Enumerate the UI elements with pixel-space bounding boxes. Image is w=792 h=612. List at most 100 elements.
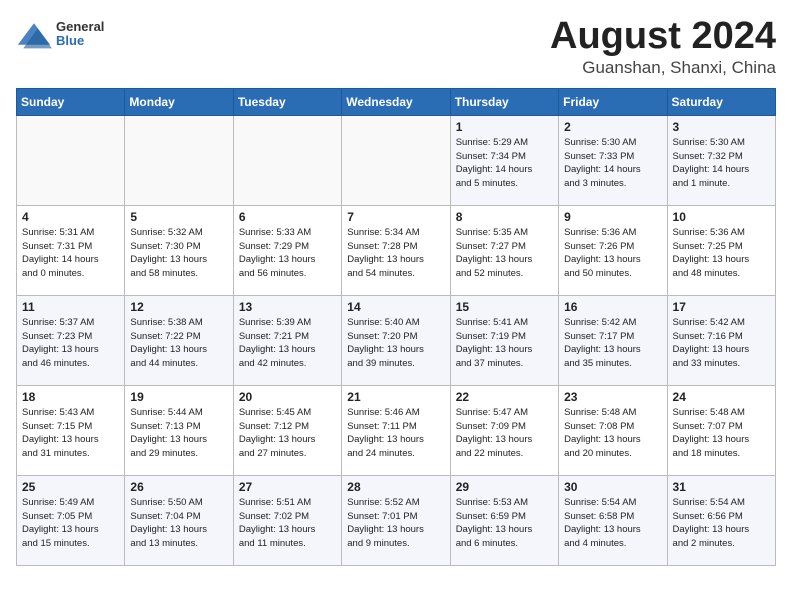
calendar-cell: 31 Sunrise: 5:54 AM Sunset: 6:56 PM Dayli… (667, 475, 775, 565)
day-info: Sunrise: 5:35 AM Sunset: 7:27 PM Dayligh… (456, 226, 553, 281)
day-number: 24 (673, 390, 770, 404)
week-row-1: 1 Sunrise: 5:29 AM Sunset: 7:34 PM Daylig… (17, 115, 776, 205)
col-sunday: Sunday (17, 88, 125, 115)
day-number: 10 (673, 210, 770, 224)
day-info: Sunrise: 5:53 AM Sunset: 6:59 PM Dayligh… (456, 496, 553, 551)
day-info: Sunrise: 5:52 AM Sunset: 7:01 PM Dayligh… (347, 496, 444, 551)
day-number: 9 (564, 210, 661, 224)
calendar-cell: 25Sunrise: 5:49 AM Sunset: 7:05 PM Dayli… (17, 475, 125, 565)
header-row: Sunday Monday Tuesday Wednesday Thursday… (17, 88, 776, 115)
calendar-cell: 20 Sunrise: 5:45 AM Sunset: 7:12 PM Dayli… (233, 385, 341, 475)
day-number: 23 (564, 390, 661, 404)
col-tuesday: Tuesday (233, 88, 341, 115)
day-number: 29 (456, 480, 553, 494)
calendar-cell: 7 Sunrise: 5:34 AM Sunset: 7:28 PM Daylig… (342, 205, 450, 295)
col-saturday: Saturday (667, 88, 775, 115)
calendar-cell: 12 Sunrise: 5:38 AM Sunset: 7:22 PM Dayli… (125, 295, 233, 385)
calendar-cell: 1 Sunrise: 5:29 AM Sunset: 7:34 PM Daylig… (450, 115, 558, 205)
calendar-cell: 16Sunrise: 5:42 AM Sunset: 7:17 PM Dayli… (559, 295, 667, 385)
calendar-cell (233, 115, 341, 205)
day-info: Sunrise: 5:51 AM Sunset: 7:02 PM Dayligh… (239, 496, 336, 551)
week-row-5: 25Sunrise: 5:49 AM Sunset: 7:05 PM Dayli… (17, 475, 776, 565)
day-info: Sunrise: 5:29 AM Sunset: 7:34 PM Dayligh… (456, 136, 553, 191)
day-info: Sunrise: 5:42 AM Sunset: 7:17 PM Dayligh… (564, 316, 661, 371)
day-info: Sunrise: 5:37 AM Sunset: 7:23 PM Dayligh… (22, 316, 119, 371)
logo-icon (16, 16, 52, 52)
day-number: 13 (239, 300, 336, 314)
day-number: 1 (456, 120, 553, 134)
day-number: 27 (239, 480, 336, 494)
day-number: 17 (673, 300, 770, 314)
day-number: 21 (347, 390, 444, 404)
day-number: 31 (673, 480, 770, 494)
calendar-cell (17, 115, 125, 205)
day-info: Sunrise: 5:30 AM Sunset: 7:32 PM Dayligh… (673, 136, 770, 191)
day-number: 26 (130, 480, 227, 494)
day-number: 12 (130, 300, 227, 314)
day-number: 3 (673, 120, 770, 134)
calendar-cell: 19Sunrise: 5:44 AM Sunset: 7:13 PM Dayli… (125, 385, 233, 475)
calendar-cell: 17 Sunrise: 5:42 AM Sunset: 7:16 PM Dayli… (667, 295, 775, 385)
week-row-2: 4 Sunrise: 5:31 AM Sunset: 7:31 PM Daylig… (17, 205, 776, 295)
week-row-4: 18 Sunrise: 5:43 AM Sunset: 7:15 PM Dayli… (17, 385, 776, 475)
day-info: Sunrise: 5:48 AM Sunset: 7:08 PM Dayligh… (564, 406, 661, 461)
calendar-table: Sunday Monday Tuesday Wednesday Thursday… (16, 88, 776, 566)
day-info: Sunrise: 5:34 AM Sunset: 7:28 PM Dayligh… (347, 226, 444, 281)
day-number: 4 (22, 210, 119, 224)
calendar-cell: 15Sunrise: 5:41 AM Sunset: 7:19 PM Dayli… (450, 295, 558, 385)
day-info: Sunrise: 5:38 AM Sunset: 7:22 PM Dayligh… (130, 316, 227, 371)
day-info: Sunrise: 5:32 AM Sunset: 7:30 PM Dayligh… (130, 226, 227, 281)
calendar-cell: 14 Sunrise: 5:40 AM Sunset: 7:20 PM Dayli… (342, 295, 450, 385)
calendar-cell: 3 Sunrise: 5:30 AM Sunset: 7:32 PM Daylig… (667, 115, 775, 205)
day-number: 7 (347, 210, 444, 224)
day-info: Sunrise: 5:42 AM Sunset: 7:16 PM Dayligh… (673, 316, 770, 371)
page-header: General Blue August 2024 Guanshan, Shanx… (16, 16, 776, 78)
month-title: August 2024 (550, 16, 776, 58)
logo: General Blue (16, 16, 104, 52)
day-info: Sunrise: 5:39 AM Sunset: 7:21 PM Dayligh… (239, 316, 336, 371)
calendar-body: 1 Sunrise: 5:29 AM Sunset: 7:34 PM Daylig… (17, 115, 776, 565)
day-number: 2 (564, 120, 661, 134)
day-number: 25 (22, 480, 119, 494)
day-info: Sunrise: 5:33 AM Sunset: 7:29 PM Dayligh… (239, 226, 336, 281)
day-number: 19 (130, 390, 227, 404)
day-number: 20 (239, 390, 336, 404)
logo-general: General (56, 19, 104, 34)
day-info: Sunrise: 5:50 AM Sunset: 7:04 PM Dayligh… (130, 496, 227, 551)
col-wednesday: Wednesday (342, 88, 450, 115)
calendar-cell: 29 Sunrise: 5:53 AM Sunset: 6:59 PM Dayli… (450, 475, 558, 565)
day-number: 28 (347, 480, 444, 494)
calendar-cell: 28 Sunrise: 5:52 AM Sunset: 7:01 PM Dayli… (342, 475, 450, 565)
day-info: Sunrise: 5:48 AM Sunset: 7:07 PM Dayligh… (673, 406, 770, 461)
day-info: Sunrise: 5:31 AM Sunset: 7:31 PM Dayligh… (22, 226, 119, 281)
day-info: Sunrise: 5:43 AM Sunset: 7:15 PM Dayligh… (22, 406, 119, 461)
calendar-cell (342, 115, 450, 205)
title-block: August 2024 Guanshan, Shanxi, China (550, 16, 776, 78)
calendar-cell: 27 Sunrise: 5:51 AM Sunset: 7:02 PM Dayli… (233, 475, 341, 565)
day-number: 6 (239, 210, 336, 224)
day-info: Sunrise: 5:36 AM Sunset: 7:25 PM Dayligh… (673, 226, 770, 281)
calendar-cell: 24 Sunrise: 5:48 AM Sunset: 7:07 PM Dayli… (667, 385, 775, 475)
day-number: 22 (456, 390, 553, 404)
col-friday: Friday (559, 88, 667, 115)
calendar-cell: 2Sunrise: 5:30 AM Sunset: 7:33 PM Daylig… (559, 115, 667, 205)
calendar-cell: 26 Sunrise: 5:50 AM Sunset: 7:04 PM Dayli… (125, 475, 233, 565)
day-number: 8 (456, 210, 553, 224)
day-info: Sunrise: 5:45 AM Sunset: 7:12 PM Dayligh… (239, 406, 336, 461)
day-number: 11 (22, 300, 119, 314)
calendar-header: Sunday Monday Tuesday Wednesday Thursday… (17, 88, 776, 115)
calendar-cell: 9 Sunrise: 5:36 AM Sunset: 7:26 PM Daylig… (559, 205, 667, 295)
day-info: Sunrise: 5:36 AM Sunset: 7:26 PM Dayligh… (564, 226, 661, 281)
day-info: Sunrise: 5:54 AM Sunset: 6:58 PM Dayligh… (564, 496, 661, 551)
day-info: Sunrise: 5:40 AM Sunset: 7:20 PM Dayligh… (347, 316, 444, 371)
calendar-cell: 21Sunrise: 5:46 AM Sunset: 7:11 PM Dayli… (342, 385, 450, 475)
day-info: Sunrise: 5:54 AM Sunset: 6:56 PM Dayligh… (673, 496, 770, 551)
col-thursday: Thursday (450, 88, 558, 115)
calendar-cell: 22 Sunrise: 5:47 AM Sunset: 7:09 PM Dayli… (450, 385, 558, 475)
calendar-cell (125, 115, 233, 205)
day-number: 18 (22, 390, 119, 404)
day-info: Sunrise: 5:47 AM Sunset: 7:09 PM Dayligh… (456, 406, 553, 461)
day-number: 14 (347, 300, 444, 314)
calendar-cell: 8 Sunrise: 5:35 AM Sunset: 7:27 PM Daylig… (450, 205, 558, 295)
day-number: 15 (456, 300, 553, 314)
